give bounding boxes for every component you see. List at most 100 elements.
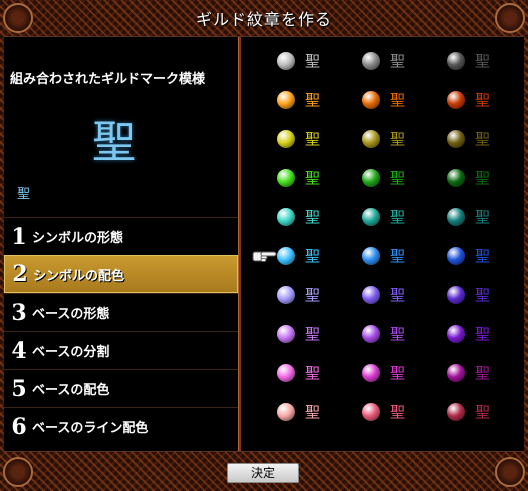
color-swatch-magenta-2[interactable]: 聖 <box>362 363 422 387</box>
color-swatch-orange-3[interactable]: 聖 <box>447 90 507 114</box>
menu-item-base-color[interactable]: 5 ベースの配色 <box>4 369 238 407</box>
menu-item-symbol-color[interactable]: 2 シンボルの配色 <box>4 255 238 293</box>
color-orb <box>447 403 465 421</box>
color-orb <box>362 403 380 421</box>
symbol-color-preview: 聖 <box>305 364 321 382</box>
preview-label: 組み合わされたギルドマーク模様 <box>10 72 206 87</box>
color-orb <box>362 169 380 187</box>
palette-row-purple: 聖聖聖 <box>244 316 524 354</box>
color-palette-grid: 聖聖聖聖聖聖聖聖聖聖聖聖聖聖聖聖聖聖聖聖聖聖聖聖聖聖聖聖聖聖 <box>244 37 524 451</box>
color-swatch-olive-2[interactable]: 聖 <box>362 129 422 153</box>
color-orb <box>277 325 295 343</box>
left-column: 組み合わされたギルドマーク模様 聖 聖 1 シンボルの形態 2 シンボルの配色 … <box>4 37 238 451</box>
corner-ornament-bottom-left <box>3 457 33 487</box>
palette-row-teal: 聖聖聖 <box>244 199 524 237</box>
color-orb <box>447 52 465 70</box>
symbol-color-preview: 聖 <box>305 208 321 226</box>
symbol-color-preview: 聖 <box>475 247 491 265</box>
confirm-button[interactable]: 決定 <box>227 463 299 483</box>
palette-row-violet: 聖聖聖 <box>244 277 524 315</box>
palette-row-green: 聖聖聖 <box>244 160 524 198</box>
symbol-color-preview: 聖 <box>390 364 406 382</box>
symbol-color-preview: 聖 <box>475 364 491 382</box>
color-swatch-gray-1[interactable]: 聖 <box>277 51 337 75</box>
color-orb <box>277 403 295 421</box>
corner-ornament-top-right <box>495 3 525 33</box>
guild-mark-preview-small: 聖 <box>17 187 31 202</box>
symbol-color-preview: 聖 <box>305 52 321 70</box>
color-swatch-teal-3[interactable]: 聖 <box>447 207 507 231</box>
menu-label: シンボルの配色 <box>33 268 125 284</box>
color-swatch-pink-3[interactable]: 聖 <box>447 402 507 426</box>
color-swatch-magenta-3[interactable]: 聖 <box>447 363 507 387</box>
menu-label: ベースのライン配色 <box>32 421 149 436</box>
color-orb <box>447 91 465 109</box>
color-orb <box>277 91 295 109</box>
color-orb <box>362 52 380 70</box>
symbol-color-preview: 聖 <box>305 247 321 265</box>
color-swatch-orange-2[interactable]: 聖 <box>362 90 422 114</box>
color-orb <box>277 208 295 226</box>
color-swatch-orange-1[interactable]: 聖 <box>277 90 337 114</box>
guild-mark-preview: 聖 <box>92 117 136 168</box>
menu-item-symbol-shape[interactable]: 1 シンボルの形態 <box>4 217 238 255</box>
menu-label: ベースの形態 <box>32 307 110 322</box>
color-swatch-magenta-1[interactable]: 聖 <box>277 363 337 387</box>
symbol-color-preview: 聖 <box>475 130 491 148</box>
color-swatch-blue-2[interactable]: 聖 <box>362 246 422 270</box>
color-orb <box>447 208 465 226</box>
symbol-color-preview: 聖 <box>390 208 406 226</box>
footer-bar: 決定 <box>0 451 528 491</box>
corner-ornament-bottom-right <box>495 457 525 487</box>
color-orb <box>277 364 295 382</box>
color-orb <box>277 286 295 304</box>
color-orb <box>362 247 380 265</box>
symbol-color-preview: 聖 <box>390 52 406 70</box>
color-swatch-green-3[interactable]: 聖 <box>447 168 507 192</box>
color-orb <box>362 91 380 109</box>
color-orb <box>277 130 295 148</box>
color-swatch-blue-1[interactable]: 聖 <box>277 246 337 270</box>
color-swatch-green-2[interactable]: 聖 <box>362 168 422 192</box>
symbol-color-preview: 聖 <box>475 403 491 421</box>
menu-number: 2 <box>12 261 28 287</box>
palette-row-olive: 聖聖聖 <box>244 121 524 159</box>
color-swatch-violet-3[interactable]: 聖 <box>447 285 507 309</box>
symbol-color-preview: 聖 <box>390 403 406 421</box>
color-orb <box>362 208 380 226</box>
color-swatch-gray-2[interactable]: 聖 <box>362 51 422 75</box>
menu-number: 4 <box>11 337 27 364</box>
color-swatch-pink-1[interactable]: 聖 <box>277 402 337 426</box>
color-swatch-olive-3[interactable]: 聖 <box>447 129 507 153</box>
symbol-color-preview: 聖 <box>390 286 406 304</box>
window-title: ギルド紋章を作る <box>195 10 332 29</box>
color-swatch-teal-2[interactable]: 聖 <box>362 207 422 231</box>
color-swatch-olive-1[interactable]: 聖 <box>277 129 337 153</box>
menu-item-base-shape[interactable]: 3 ベースの形態 <box>4 293 238 331</box>
step-menu: 1 シンボルの形態 2 シンボルの配色 3 ベースの形態 4 ベースの分割 5 <box>4 217 238 445</box>
color-orb <box>447 169 465 187</box>
palette-row-blue: 聖聖聖 <box>244 238 524 276</box>
title-bar: ギルド紋章を作る <box>0 0 528 36</box>
color-swatch-gray-3[interactable]: 聖 <box>447 51 507 75</box>
corner-ornament-top-left <box>3 3 33 33</box>
symbol-color-preview: 聖 <box>305 130 321 148</box>
color-swatch-violet-1[interactable]: 聖 <box>277 285 337 309</box>
color-swatch-purple-2[interactable]: 聖 <box>362 324 422 348</box>
color-swatch-purple-3[interactable]: 聖 <box>447 324 507 348</box>
color-orb <box>362 364 380 382</box>
menu-label: ベースの配色 <box>32 383 110 398</box>
symbol-color-preview: 聖 <box>390 130 406 148</box>
color-swatch-teal-1[interactable]: 聖 <box>277 207 337 231</box>
menu-number: 1 <box>11 223 27 250</box>
color-swatch-purple-1[interactable]: 聖 <box>277 324 337 348</box>
color-orb <box>277 52 295 70</box>
color-swatch-blue-3[interactable]: 聖 <box>447 246 507 270</box>
color-swatch-green-1[interactable]: 聖 <box>277 168 337 192</box>
symbol-color-preview: 聖 <box>475 208 491 226</box>
symbol-color-preview: 聖 <box>390 91 406 109</box>
menu-item-base-split[interactable]: 4 ベースの分割 <box>4 331 238 369</box>
menu-item-base-line-color[interactable]: 6 ベースのライン配色 <box>4 407 238 445</box>
color-swatch-violet-2[interactable]: 聖 <box>362 285 422 309</box>
color-swatch-pink-2[interactable]: 聖 <box>362 402 422 426</box>
